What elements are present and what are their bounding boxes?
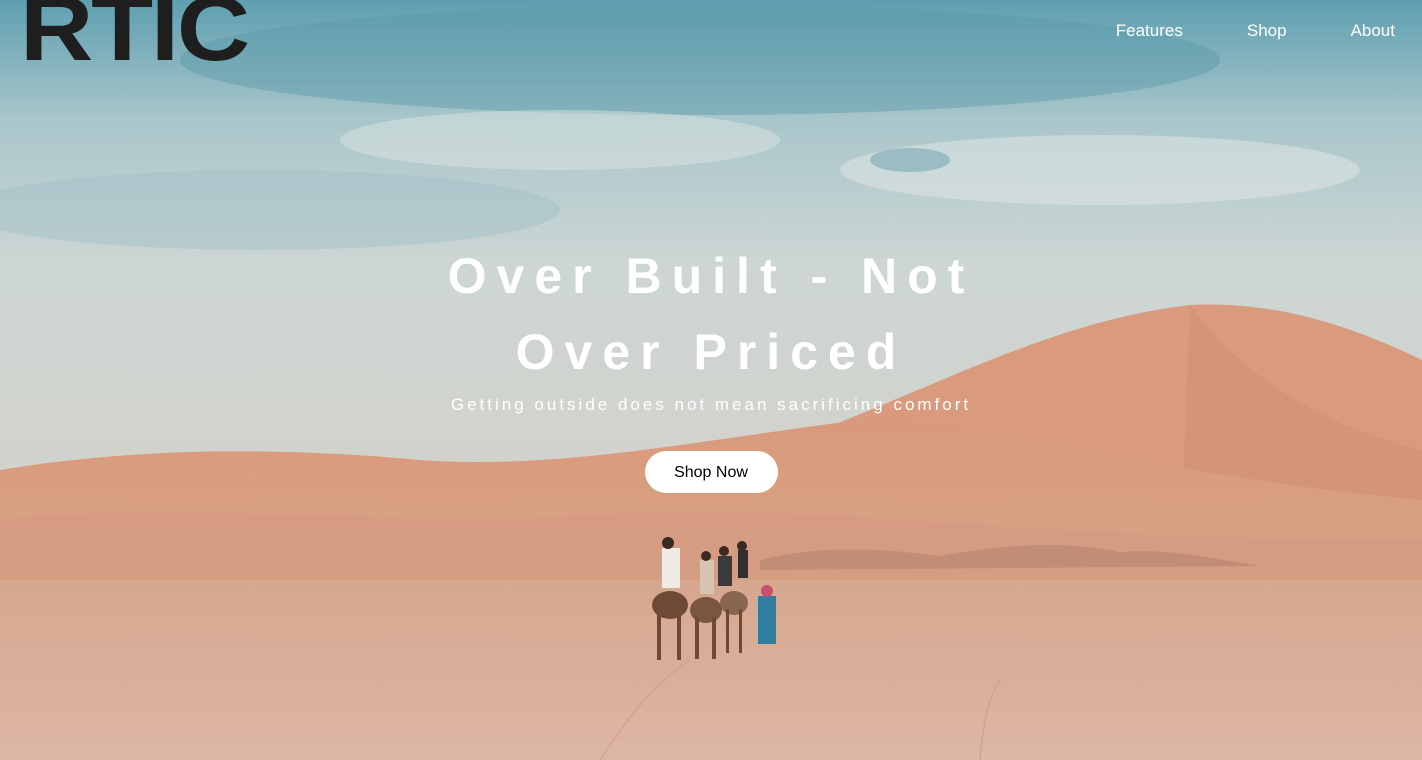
hero-subheadline: Getting outside does not mean sacrificin… [450, 395, 972, 414]
cloud [870, 148, 950, 172]
brand-logo-text: RTIC [20, 0, 248, 64]
hero-section: RTIC Features Shop About Over Built - No… [0, 0, 1422, 760]
nav-link-about[interactable]: About [1351, 20, 1395, 42]
hero-content: Over Built - Not Over Priced Getting out… [0, 238, 1422, 493]
shop-now-button[interactable]: Shop Now [644, 451, 778, 493]
hero-headline: Over Built - Not Over Priced [447, 248, 975, 380]
main-nav: Features Shop About [1052, 20, 1422, 42]
cloud [340, 110, 780, 170]
nav-link-features[interactable]: Features [1116, 20, 1183, 42]
nav-link-shop[interactable]: Shop [1247, 20, 1287, 42]
brand-logo[interactable]: RTIC [20, 0, 250, 64]
